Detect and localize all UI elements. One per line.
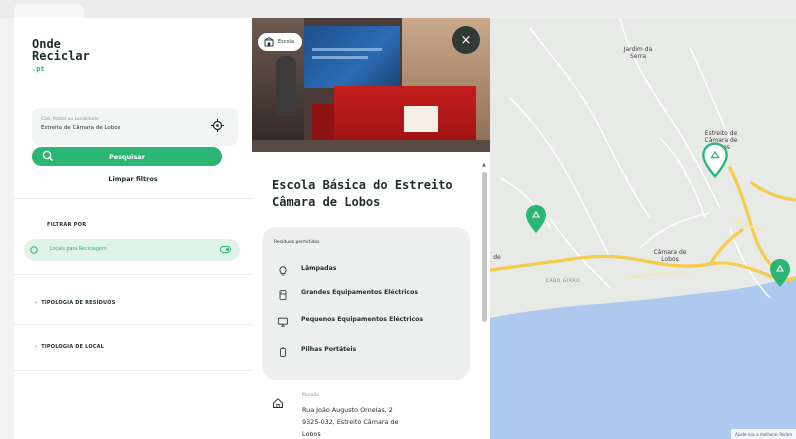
divider <box>14 370 252 371</box>
toggle-label: Locais para Reciclagem <box>50 247 107 252</box>
address-line-2: 9325-032, Estreito Câmara de <box>302 418 399 426</box>
scrollbar-thumb[interactable] <box>482 172 487 322</box>
search-icon <box>42 150 54 162</box>
map-label-jardim-da-serra: Jardim da Serra <box>623 46 653 60</box>
search-placeholder: Cód. Postal ou Localidade <box>41 117 99 122</box>
scroll-up-icon[interactable]: ▲ <box>482 162 486 168</box>
divider <box>14 198 252 199</box>
place-detail-panel: Escola × ▲ Escola Básica do Estreito Câm… <box>252 18 490 439</box>
panel-scrollbar[interactable]: ▲ <box>482 162 487 322</box>
recycle-circle-icon <box>30 246 38 254</box>
chevron-right-icon: › <box>35 344 38 350</box>
divider <box>14 324 252 325</box>
monitor-icon <box>278 317 288 327</box>
filter-title: FILTRAR POR <box>47 222 87 228</box>
address-line-1: Rua João Augusto Ornelas, 2 <box>302 406 393 414</box>
waste-item: Lâmpadas <box>278 265 431 276</box>
logo-line-2: Reciclar <box>32 49 90 63</box>
map-label-edge: de <box>493 254 501 261</box>
location-pin-icon[interactable] <box>768 258 792 288</box>
recycling-places-toggle[interactable]: Locais para Reciclagem <box>24 239 240 261</box>
sidebar: Onde Reciclar .pt Cód. Postal ou Localid… <box>14 18 252 439</box>
accordion-place-type[interactable]: › TIPOLOGIA DE LOCAL <box>35 344 104 350</box>
address-label: Morada <box>302 393 319 398</box>
close-icon: × <box>460 32 472 48</box>
crosshair-icon[interactable] <box>211 119 224 132</box>
search-value[interactable]: Estreito de Câmara de Lobos <box>41 125 120 131</box>
selected-location-pin-icon[interactable] <box>701 142 729 178</box>
waste-item-label: Lâmpadas <box>301 265 337 272</box>
allowed-waste-card: Resíduos permitidos Lâmpadas Grandes Equ… <box>262 227 470 380</box>
school-building-icon <box>264 37 274 47</box>
browser-top-bar <box>0 0 796 18</box>
map-label-camara-de-lobos: Câmara de Lobos <box>653 249 687 263</box>
lightbulb-icon <box>279 266 287 276</box>
waste-item: Pilhas Portáteis <box>278 346 431 357</box>
location-search-field[interactable]: Cód. Postal ou Localidade Estreito de Câ… <box>32 108 238 146</box>
browser-tab[interactable] <box>14 4 84 18</box>
close-button[interactable]: × <box>452 26 480 54</box>
fridge-icon <box>279 290 287 300</box>
app-logo[interactable]: Onde Reciclar .pt <box>32 38 90 75</box>
accordion-waste-type[interactable]: › TIPOLOGIA DE RESÍDUOS <box>35 300 116 306</box>
place-type-label: Escola <box>278 39 295 45</box>
divider <box>14 274 252 275</box>
toggle-switch[interactable] <box>220 246 231 253</box>
map-label-cabo-girao: CABO GIRÃO <box>545 279 581 284</box>
allowed-waste-heading: Resíduos permitidos <box>274 240 320 245</box>
waste-item-label: Grandes Equipamentos Eléctricos <box>301 289 418 296</box>
home-icon <box>273 398 283 408</box>
map[interactable]: Jardim da Serra Estreito de Câmara de Lo… <box>490 18 796 439</box>
location-pin-icon[interactable] <box>524 204 548 234</box>
logo-suffix: .pt <box>32 65 45 73</box>
accordion-label: TIPOLOGIA DE RESÍDUOS <box>41 300 116 306</box>
map-attribution[interactable]: Ajude-nos a melhorar Parâm <box>730 429 796 439</box>
place-title: Escola Básica do Estreito Câmara de Lobo… <box>272 178 453 209</box>
place-type-tag: Escola <box>258 33 303 51</box>
waste-item: Pequenos Equipamentos Eléctricos <box>278 316 431 327</box>
search-button-label: Pesquisar <box>108 152 145 161</box>
battery-icon <box>280 347 286 357</box>
waste-item-label: Pequenos Equipamentos Eléctricos <box>301 316 424 323</box>
accordion-label: TIPOLOGIA DE LOCAL <box>41 344 105 350</box>
chevron-right-icon: › <box>35 300 38 306</box>
address-line-3: Lobos <box>302 430 321 438</box>
waste-item: Grandes Equipamentos Eléctricos <box>278 289 431 300</box>
search-button[interactable]: Pesquisar <box>32 147 222 166</box>
clear-filters-link[interactable]: Limpar filtros <box>14 175 252 183</box>
waste-item-label: Pilhas Portáteis <box>301 346 357 353</box>
